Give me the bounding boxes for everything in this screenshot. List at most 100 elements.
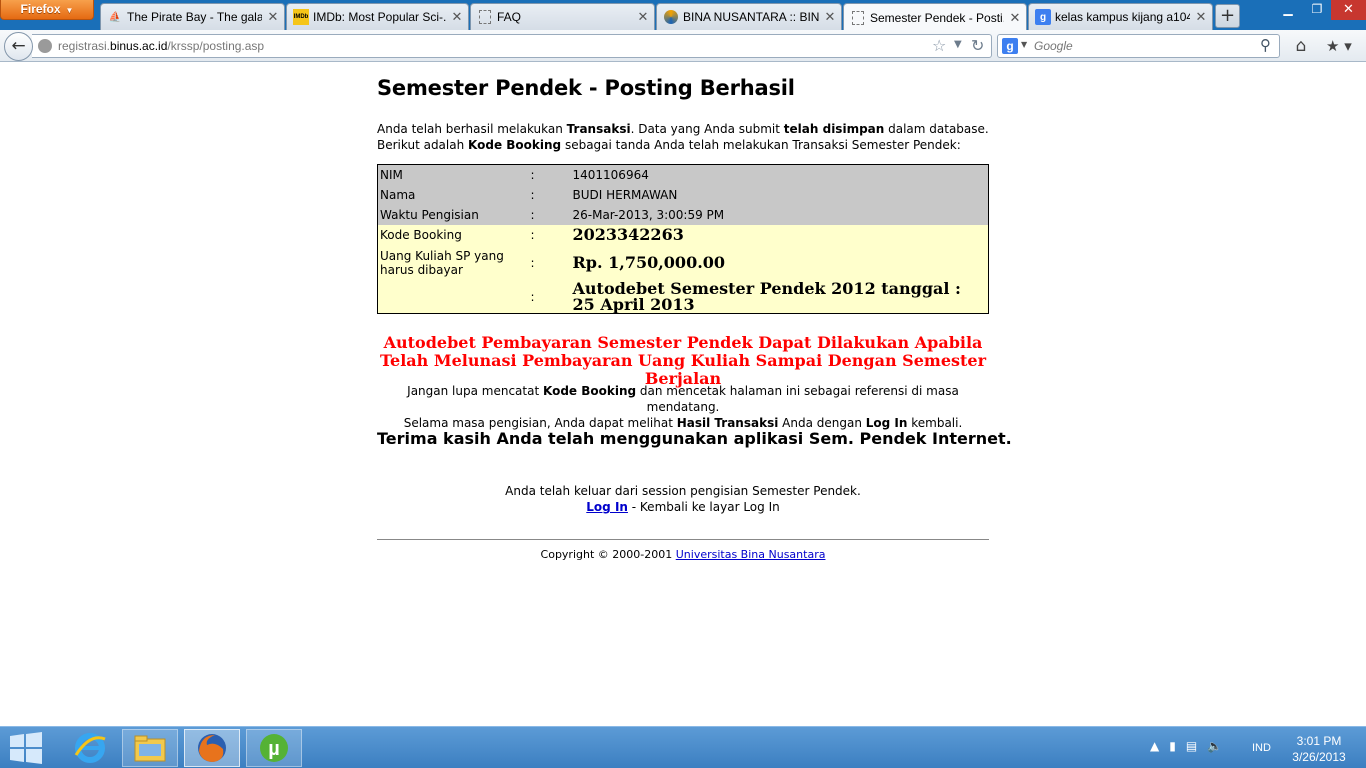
tab-label: The Pirate Bay - The gala... [127, 10, 262, 24]
table-row-waktu: Waktu Pengisian : 26-Mar-2013, 3:00:59 P… [377, 204, 989, 225]
copyright-text: Copyright © 2000-2001 [540, 548, 676, 561]
close-tab-icon[interactable]: ✕ [823, 9, 837, 25]
reminder-bold: Kode Booking [542, 384, 637, 398]
tab-semester-pendek[interactable]: Semester Pendek - Posti... ✕ [843, 3, 1027, 31]
utorrent-icon[interactable]: µ [246, 729, 302, 767]
url-text[interactable]: registrasi.binus.ac.id/krssp/posting.asp [58, 39, 264, 53]
page-viewport: Semester Pendek - Posting Berhasil Anda … [0, 63, 1366, 726]
address-bar[interactable]: registrasi.binus.ac.id/krssp/posting.asp… [32, 34, 992, 58]
input-language-indicator[interactable]: IND [1252, 742, 1271, 754]
tab-pirate-bay[interactable]: ⛵ The Pirate Bay - The gala... ✕ [100, 3, 285, 30]
bookmark-star-icon[interactable]: ☆ [932, 36, 946, 55]
system-tray: ▲ ▮ ▤ 🔈 [1150, 739, 1232, 753]
intro-bold: Transaksi [566, 122, 631, 136]
row-label [377, 280, 529, 313]
reminder-text: Jangan lupa mencatat [407, 384, 543, 398]
network-icon[interactable]: ▤ [1186, 739, 1197, 753]
show-hidden-icons-icon[interactable]: ▲ [1150, 739, 1159, 753]
row-label: Uang Kuliah SP yang harus dibayar [377, 244, 529, 281]
tab-label: IMDb: Most Popular Sci-... [313, 10, 446, 24]
tab-label: FAQ [497, 10, 522, 24]
bookmarks-menu-icon[interactable]: ★ ▾ [1326, 35, 1360, 57]
row-value: BUDI HERMAWAN [570, 184, 989, 205]
blank-page-icon [850, 10, 866, 26]
blank-page-icon [477, 9, 493, 25]
university-link[interactable]: Universitas Bina Nusantara [676, 548, 826, 561]
home-icon[interactable]: ⌂ [1290, 35, 1312, 57]
tab-imdb[interactable]: IMDb IMDb: Most Popular Sci-... ✕ [286, 3, 469, 30]
reminder-text: Selama masa pengisian, Anda dapat meliha… [403, 416, 677, 430]
thank-you-message: Terima kasih Anda telah menggunakan apli… [377, 429, 1012, 448]
url-path: /krssp/posting.asp [167, 39, 265, 53]
back-arrow-icon: ← [11, 36, 26, 56]
firefox-menu-button[interactable]: Firefox ▼ [0, 0, 94, 20]
close-window-button[interactable]: ✕ [1331, 0, 1366, 20]
row-separator: : [528, 184, 571, 205]
search-placeholder[interactable]: Google [1034, 39, 1073, 53]
reload-icon[interactable]: ↻ [971, 36, 984, 55]
tab-faq[interactable]: FAQ ✕ [470, 3, 655, 30]
taskbar-clock[interactable]: 3:01 PM 3/26/2013 [1284, 733, 1354, 765]
row-separator: : [528, 164, 571, 185]
row-separator: : [528, 280, 571, 313]
browser-titlebar: Firefox ▼ ⛵ The Pirate Bay - The gala... … [0, 0, 1366, 31]
reminder-text: Anda dengan [778, 416, 866, 430]
tab-google-search[interactable]: g kelas kampus kijang a104... ✕ [1028, 3, 1213, 30]
windows-start-icon[interactable] [8, 732, 44, 764]
battery-icon[interactable]: ▮ [1169, 739, 1176, 753]
search-bar[interactable]: g ▼ Google ⚲ [997, 34, 1280, 58]
reminder-bold: Hasil Transaksi [676, 416, 779, 430]
logout-message: Anda telah keluar dari session pengisian… [505, 484, 861, 498]
firefox-icon[interactable] [184, 729, 240, 767]
login-link[interactable]: Log In [586, 500, 628, 514]
reminder-bold: Log In [865, 416, 908, 430]
row-label: Kode Booking [377, 224, 529, 245]
tab-label: kelas kampus kijang a104... [1055, 10, 1190, 24]
intro-paragraph: Anda telah berhasil melakukan Transaksi.… [377, 121, 997, 153]
tab-label: Semester Pendek - Posti... [870, 10, 1004, 25]
intro-text: dalam database. [884, 122, 989, 136]
close-tab-icon[interactable]: ✕ [636, 9, 650, 25]
minimize-window-button[interactable]: ▁ [1273, 0, 1303, 20]
table-row-autodebet: : Autodebet Semester Pendek 2012 tanggal… [377, 280, 989, 313]
google-search-engine-icon[interactable]: g [1002, 38, 1018, 54]
volume-icon[interactable]: 🔈 [1207, 739, 1222, 753]
new-tab-button[interactable]: + [1215, 4, 1240, 28]
tab-binus[interactable]: BINA NUSANTARA :: BIN... ✕ [656, 3, 842, 30]
clock-time: 3:01 PM [1296, 734, 1342, 748]
autodebet-warning: Autodebet Pembayaran Semester Pendek Dap… [379, 333, 987, 388]
close-tab-icon[interactable]: ✕ [1194, 9, 1208, 25]
row-value: 26-Mar-2013, 3:00:59 PM [570, 204, 989, 225]
engine-dropdown-icon[interactable]: ▼ [1021, 40, 1027, 49]
imdb-icon: IMDb [293, 9, 309, 25]
back-button[interactable]: ← [4, 32, 33, 61]
booking-info-table: NIM : 1401106964 Nama : BUDI HERMAWAN Wa… [377, 164, 989, 314]
internet-explorer-icon[interactable] [62, 729, 118, 767]
row-label: Waktu Pengisian [377, 204, 529, 225]
url-prefix: registrasi. [58, 39, 111, 53]
file-explorer-icon[interactable] [122, 729, 178, 767]
intro-text: Berikut adalah [377, 138, 469, 152]
reminder-text: kembali. [907, 416, 963, 430]
table-row-nim: NIM : 1401106964 [377, 164, 989, 185]
row-label: NIM [377, 164, 529, 185]
close-tab-icon[interactable]: ✕ [450, 9, 464, 25]
close-tab-icon[interactable]: ✕ [266, 9, 280, 25]
footer-divider [377, 539, 989, 540]
svg-text:µ: µ [268, 738, 280, 760]
binus-icon [663, 9, 679, 25]
windows-taskbar: µ ▲ ▮ ▤ 🔈 IND 3:01 PM 3/26/2013 [0, 726, 1366, 768]
restore-window-button[interactable]: ❐ [1303, 0, 1331, 20]
copyright-footer: Copyright © 2000-2001 Universitas Bina N… [377, 548, 989, 561]
history-dropdown-icon[interactable]: ▼ [954, 39, 962, 50]
caret-down-icon: ▼ [65, 6, 74, 15]
reminder-text: dan mencetak halaman ini sebagai referen… [636, 384, 959, 414]
kode-booking-value: 2023342263 [570, 224, 989, 245]
search-magnifier-icon[interactable]: ⚲ [1260, 36, 1271, 54]
globe-icon [38, 39, 52, 53]
row-separator: : [528, 244, 571, 281]
pirate-ship-icon: ⛵ [108, 11, 122, 23]
tab-label: BINA NUSANTARA :: BIN... [683, 10, 819, 24]
clock-date: 3/26/2013 [1292, 750, 1346, 764]
close-tab-icon[interactable]: ✕ [1008, 10, 1022, 26]
